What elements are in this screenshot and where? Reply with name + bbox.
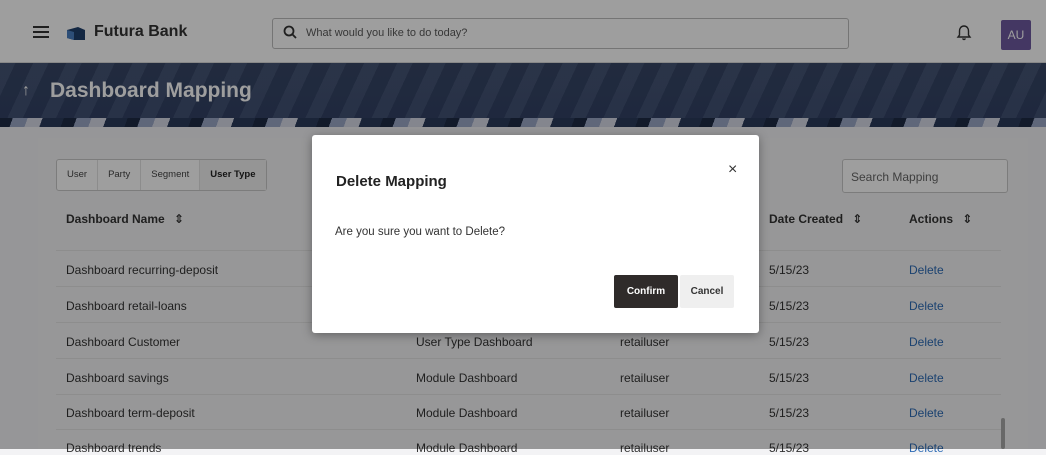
dialog-title: Delete Mapping: [336, 173, 447, 190]
cancel-button[interactable]: Cancel: [680, 275, 734, 308]
close-icon[interactable]: ×: [728, 161, 737, 179]
confirm-button[interactable]: Confirm: [614, 275, 678, 308]
dialog-message: Are you sure you want to Delete?: [335, 226, 506, 238]
delete-mapping-dialog: Delete Mapping × Are you sure you want t…: [312, 135, 759, 333]
